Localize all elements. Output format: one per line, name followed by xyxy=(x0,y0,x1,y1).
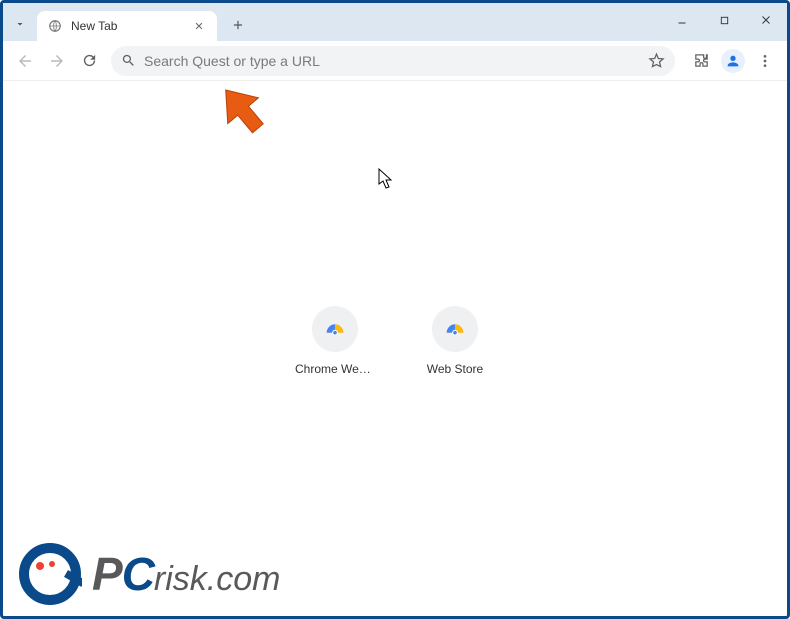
close-icon xyxy=(760,14,772,26)
toolbar xyxy=(3,41,787,81)
omnibox[interactable] xyxy=(111,46,675,76)
shortcut-label: Chrome Web... xyxy=(295,362,375,376)
minimize-button[interactable] xyxy=(669,9,695,31)
star-icon xyxy=(648,52,665,69)
shortcut-tile xyxy=(312,306,358,352)
person-icon xyxy=(725,53,741,69)
shortcut-tile xyxy=(432,306,478,352)
globe-icon xyxy=(47,18,63,34)
forward-button[interactable] xyxy=(43,47,71,75)
plus-icon xyxy=(231,18,245,32)
chevron-down-icon xyxy=(14,18,26,30)
close-window-button[interactable] xyxy=(753,9,779,31)
tab-close-button[interactable] xyxy=(191,18,207,34)
address-input[interactable] xyxy=(144,53,640,69)
profile-button[interactable] xyxy=(721,49,745,73)
shortcut-chrome-web[interactable]: Chrome Web... xyxy=(295,306,375,376)
watermark: PCrisk.com xyxy=(18,542,280,606)
chrome-store-icon xyxy=(324,318,346,340)
browser-tab[interactable]: New Tab xyxy=(37,11,217,41)
puzzle-icon xyxy=(693,52,710,69)
maximize-button[interactable] xyxy=(711,9,737,31)
shortcut-web-store[interactable]: Web Store xyxy=(415,306,495,376)
chrome-store-icon xyxy=(444,318,466,340)
new-tab-page: Chrome Web... Web Store xyxy=(6,81,784,613)
close-icon xyxy=(194,21,204,31)
back-button[interactable] xyxy=(11,47,39,75)
maximize-icon xyxy=(719,15,730,26)
extensions-button[interactable] xyxy=(687,47,715,75)
kebab-icon xyxy=(757,53,773,69)
new-tab-button[interactable] xyxy=(225,12,251,38)
search-icon xyxy=(121,53,136,68)
minimize-icon xyxy=(676,14,688,26)
tab-title: New Tab xyxy=(71,19,183,33)
pcrisk-logo-icon xyxy=(18,542,82,606)
titlebar: New Tab xyxy=(3,3,787,41)
arrow-left-icon xyxy=(16,52,34,70)
shortcut-label: Web Store xyxy=(427,362,483,376)
menu-button[interactable] xyxy=(751,47,779,75)
shortcut-grid: Chrome Web... Web Store xyxy=(295,306,495,376)
watermark-text: PCrisk.com xyxy=(92,547,280,601)
window-controls xyxy=(669,9,779,31)
bookmark-button[interactable] xyxy=(648,52,665,69)
reload-icon xyxy=(81,52,98,69)
reload-button[interactable] xyxy=(75,47,103,75)
tabs-dropdown-button[interactable] xyxy=(9,13,31,35)
arrow-right-icon xyxy=(48,52,66,70)
